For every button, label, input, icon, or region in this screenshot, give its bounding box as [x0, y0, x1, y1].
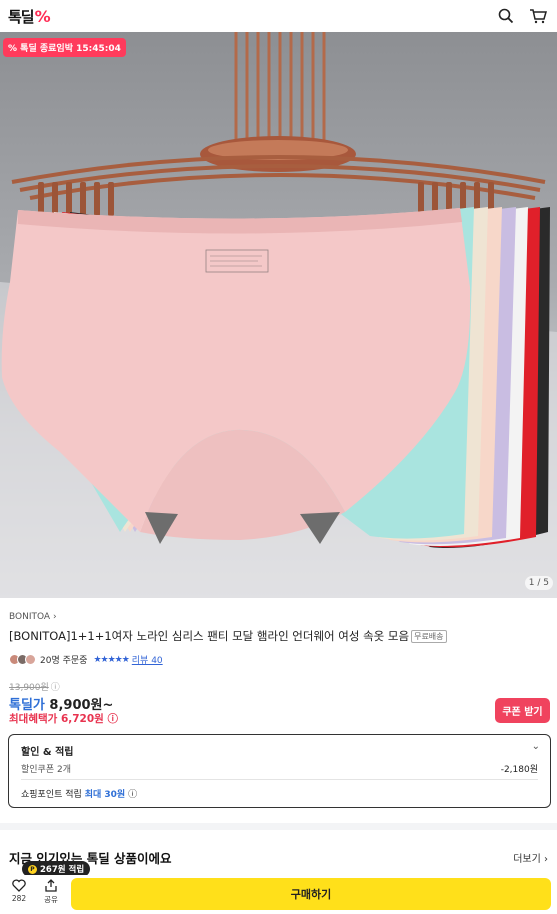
bottom-action-bar: 282 공유 구매하기 — [0, 875, 557, 914]
brand-name: BONITOA — [9, 612, 51, 622]
product-title-text: [BONITOA]1+1+1여자 노라인 심리스 팬티 모달 햄라인 언더웨어 … — [9, 629, 410, 643]
info-icon: ⓘ — [103, 713, 118, 725]
original-price: 13,900원 ⓘ — [9, 680, 60, 693]
original-price-text: 13,900원 — [9, 683, 49, 693]
brand-link[interactable]: BONITOA › — [9, 612, 57, 622]
review-link[interactable]: 리뷰 40 — [132, 653, 163, 666]
order-count: 20명 주문중 — [40, 656, 88, 666]
product-photo — [0, 32, 557, 598]
get-coupon-button[interactable]: 쿠폰 받기 — [495, 698, 550, 723]
talkdeal-mark-icon: % — [8, 44, 18, 54]
deal-timer-badge: % 톡딜 종료임박 15:45:04 — [3, 38, 126, 57]
discount-points-box[interactable]: 할인 & 적립 ⌄ 할인쿠폰 2개 -2,180원 쇼핑포인트 적립 최대 30… — [8, 734, 551, 808]
section-divider — [0, 823, 557, 830]
top-bar: 톡딜% — [0, 0, 557, 32]
coupon-value: -2,180원 — [500, 765, 538, 775]
like-count: 282 — [11, 894, 27, 903]
rating-stars: ★★★★★ — [93, 654, 129, 665]
cart-icon[interactable] — [527, 5, 549, 27]
divider — [21, 779, 538, 780]
buyer-avatars — [9, 654, 36, 665]
max-benefit-text: 최대혜택가 6,720원 — [9, 713, 104, 725]
more-link[interactable]: 더보기 › — [513, 850, 548, 865]
product-meta: 20명 주문중 ★★★★★ 리뷰 40 — [9, 653, 163, 666]
logo-text: 톡딜 — [8, 7, 35, 26]
free-shipping-badge: 무료배송 — [411, 630, 447, 643]
share-button[interactable]: 공유 — [38, 879, 64, 905]
logo-mark: % — [34, 6, 51, 26]
image-counter: 1 / 5 — [524, 576, 553, 590]
benefit-heading: 할인 & 적립 — [21, 747, 74, 758]
like-button[interactable]: 282 — [6, 879, 32, 903]
product-title: [BONITOA]1+1+1여자 노라인 심리스 팬티 모달 햄라인 언더웨어 … — [9, 628, 447, 644]
share-label: 공유 — [44, 895, 58, 904]
chevron-right-icon: › — [544, 854, 548, 865]
share-icon — [45, 879, 57, 892]
coupon-label: 할인쿠폰 2개 — [21, 765, 71, 775]
avatar — [25, 654, 36, 665]
points-row: 쇼핑포인트 적립 최대 30원 ⓘ — [21, 787, 137, 800]
max-benefit-price[interactable]: 최대혜택가 6,720원 ⓘ — [9, 711, 118, 726]
heart-icon — [12, 879, 26, 892]
chevron-down-icon[interactable]: ⌄ — [532, 741, 540, 752]
chevron-right-icon: › — [52, 612, 57, 622]
points-label: 쇼핑포인트 적립 — [21, 790, 82, 800]
points-value: 최대 30원 — [84, 790, 126, 800]
talkdeal-logo[interactable]: 톡딜% — [8, 6, 51, 27]
product-image[interactable]: % 톡딜 종료임박 15:45:04 1 / 5 — [0, 32, 557, 598]
info-icon[interactable]: ⓘ — [51, 680, 60, 693]
coin-icon: P — [28, 864, 37, 874]
buy-button[interactable]: 구매하기 — [71, 878, 551, 910]
timer-text: 톡딜 종료임박 15:45:04 — [20, 44, 121, 54]
points-pill-text: 267원 적립 — [40, 865, 85, 875]
search-icon[interactable] — [495, 5, 517, 27]
info-icon[interactable]: ⓘ — [128, 790, 137, 800]
more-link-text: 더보기 — [513, 854, 541, 865]
